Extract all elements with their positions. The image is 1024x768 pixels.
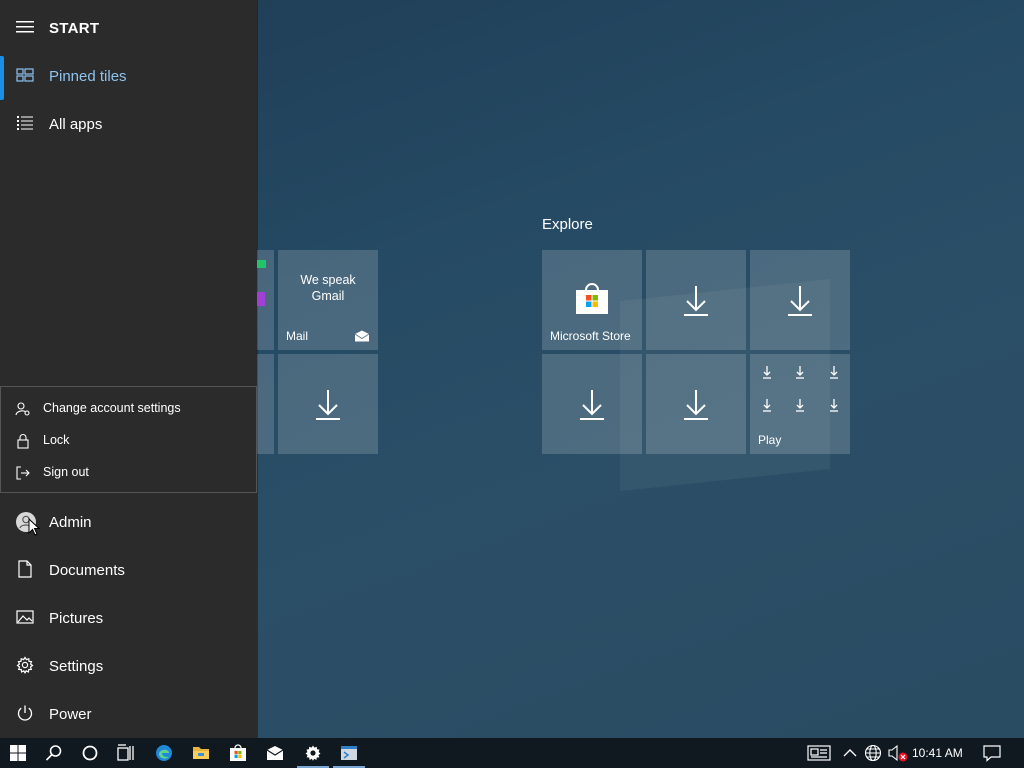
tile-partial-download[interactable] <box>257 354 274 454</box>
tile-download-placeholder[interactable] <box>278 354 378 454</box>
file-explorer-icon[interactable] <box>183 738 219 768</box>
start-title: START <box>49 20 100 37</box>
edge-icon[interactable] <box>146 738 182 768</box>
nav-all-apps[interactable]: All apps <box>0 100 257 148</box>
tile-label: Microsoft Store <box>550 329 631 343</box>
app-icon[interactable] <box>331 738 367 768</box>
download-arrow-icon <box>682 388 710 420</box>
nav-label: Pictures <box>49 609 104 627</box>
account-settings-icon <box>15 401 31 417</box>
nav-pinned-tiles[interactable]: Pinned tiles <box>0 52 257 100</box>
tile-download-placeholder[interactable] <box>750 250 850 350</box>
lock-item[interactable]: Lock <box>1 425 256 457</box>
nav-documents[interactable]: Documents <box>0 546 257 594</box>
nav-label: Admin <box>49 513 92 531</box>
chevron-up-icon[interactable] <box>840 738 858 768</box>
mouse-cursor <box>28 518 40 536</box>
tile-app-logo-fragment <box>257 260 266 268</box>
mail-tile-headline: We speak Gmail <box>300 273 356 303</box>
document-icon <box>16 560 34 578</box>
download-arrow-icon <box>786 284 814 316</box>
nav-label: Pinned tiles <box>49 67 127 85</box>
tile-app-logo-fragment <box>257 292 265 306</box>
search-icon[interactable] <box>36 738 72 768</box>
action-center-icon[interactable] <box>980 738 1004 768</box>
start-navigation-pane: START Pinned tiles All apps Admin Docume… <box>0 0 257 738</box>
settings-icon[interactable] <box>295 738 331 768</box>
sign-out-icon <box>15 465 31 481</box>
tile-download-placeholder[interactable] <box>542 354 642 454</box>
flyout-label: Sign out <box>43 465 89 479</box>
change-account-settings-item[interactable]: Change account settings <box>1 393 256 425</box>
nav-settings[interactable]: Settings <box>0 642 257 690</box>
news-widget-icon[interactable] <box>806 738 834 768</box>
tile-partial-app[interactable] <box>257 250 274 350</box>
flyout-label: Change account settings <box>43 401 181 415</box>
start-header <box>0 4 257 52</box>
tile-play-folder[interactable]: Play <box>750 354 850 454</box>
mail-icon[interactable] <box>257 738 293 768</box>
nav-label: Documents <box>49 561 125 579</box>
lock-icon <box>15 433 31 449</box>
play-folder-download-grid <box>763 366 838 412</box>
group-title-explore: Explore <box>542 216 593 233</box>
sign-out-item[interactable]: Sign out <box>1 457 256 489</box>
taskbar: 10:41 AM <box>0 738 1024 768</box>
store-bag-icon <box>575 283 609 315</box>
download-arrow-icon <box>578 388 606 420</box>
tile-mail[interactable]: We speak Gmail Mail <box>278 250 378 350</box>
cortana-icon[interactable] <box>72 738 108 768</box>
power-icon <box>16 704 34 722</box>
flyout-label: Lock <box>43 433 70 447</box>
tiles-icon <box>16 66 34 84</box>
nav-power[interactable]: Power <box>0 690 257 738</box>
task-view-icon[interactable] <box>108 738 144 768</box>
tile-download-placeholder[interactable] <box>646 354 746 454</box>
download-arrow-icon <box>314 388 342 420</box>
volume-muted-icon[interactable] <box>886 738 910 768</box>
download-arrow-icon <box>682 284 710 316</box>
taskbar-clock[interactable]: 10:41 AM <box>912 746 963 760</box>
list-icon <box>16 114 34 132</box>
network-globe-icon[interactable] <box>862 738 884 768</box>
nav-pictures[interactable]: Pictures <box>0 594 257 642</box>
tile-label: Mail <box>286 329 309 343</box>
tile-microsoft-store[interactable]: Microsoft Store <box>542 250 642 350</box>
tile-label: Play <box>758 433 782 447</box>
mail-envelope-icon <box>354 330 370 342</box>
nav-label: All apps <box>49 115 103 133</box>
account-flyout-menu: Change account settings Lock Sign out <box>0 386 257 493</box>
tile-download-placeholder[interactable] <box>646 250 746 350</box>
nav-label: Settings <box>49 657 104 675</box>
store-icon[interactable] <box>220 738 256 768</box>
gear-icon <box>16 656 34 674</box>
nav-label: Power <box>49 705 92 723</box>
pictures-icon <box>16 608 34 626</box>
hamburger-menu-icon[interactable] <box>16 20 34 38</box>
start-button[interactable] <box>0 738 36 768</box>
